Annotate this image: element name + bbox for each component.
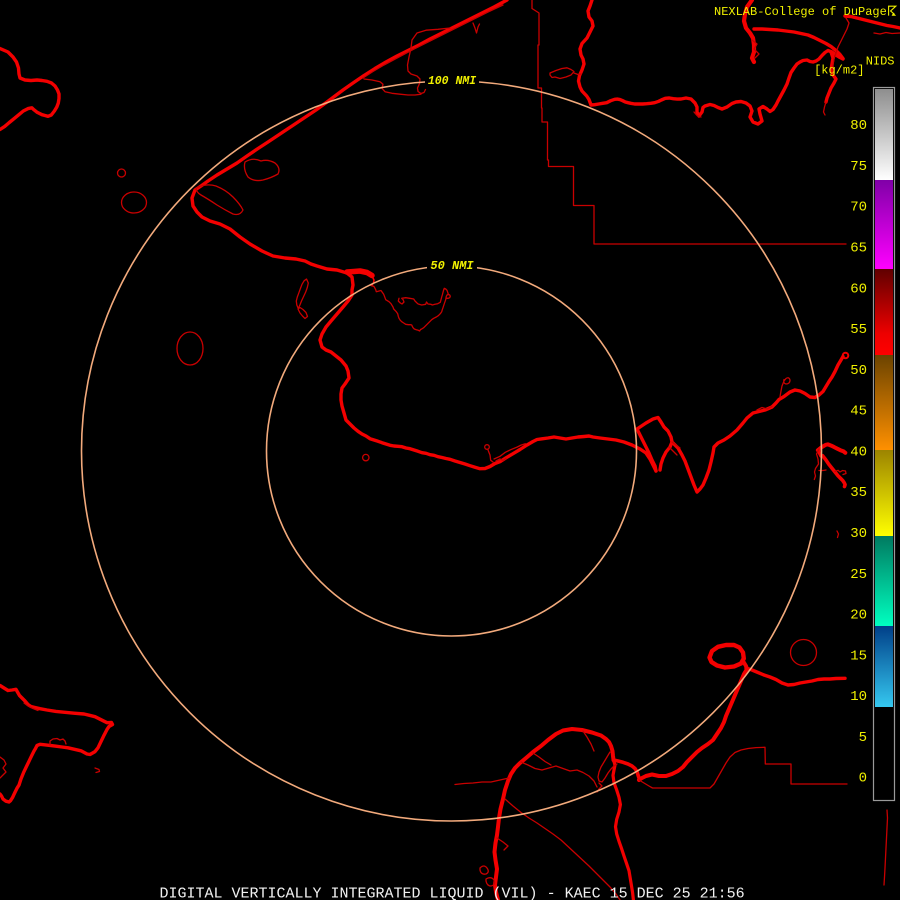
svg-text:DIGITAL VERTICALLY INTEGRATED: DIGITAL VERTICALLY INTEGRATED LIQUID (VI… bbox=[160, 886, 745, 900]
svg-text:5: 5 bbox=[859, 730, 867, 746]
svg-text:75: 75 bbox=[850, 159, 867, 175]
svg-text:70: 70 bbox=[850, 200, 867, 216]
svg-text:35: 35 bbox=[850, 485, 867, 501]
svg-text:50: 50 bbox=[850, 363, 867, 379]
svg-text:[kg/m2]: [kg/m2] bbox=[814, 64, 864, 78]
svg-text:0: 0 bbox=[859, 771, 867, 787]
svg-text:100 NMI: 100 NMI bbox=[428, 75, 476, 88]
svg-text:45: 45 bbox=[850, 404, 867, 420]
svg-text:40: 40 bbox=[850, 444, 867, 460]
svg-text:15: 15 bbox=[850, 648, 867, 664]
svg-text:80: 80 bbox=[850, 118, 867, 134]
svg-text:30: 30 bbox=[850, 526, 867, 542]
svg-text:50 NMI: 50 NMI bbox=[430, 259, 474, 273]
svg-text:20: 20 bbox=[850, 608, 867, 624]
svg-text:60: 60 bbox=[850, 281, 867, 297]
svg-text:25: 25 bbox=[850, 567, 867, 583]
svg-text:NEXLAB-College of DuPage: NEXLAB-College of DuPage bbox=[714, 5, 887, 19]
svg-text:55: 55 bbox=[850, 322, 867, 338]
svg-text:NIDS: NIDS bbox=[866, 55, 895, 69]
svg-text:10: 10 bbox=[850, 689, 867, 705]
svg-text:65: 65 bbox=[850, 241, 867, 257]
